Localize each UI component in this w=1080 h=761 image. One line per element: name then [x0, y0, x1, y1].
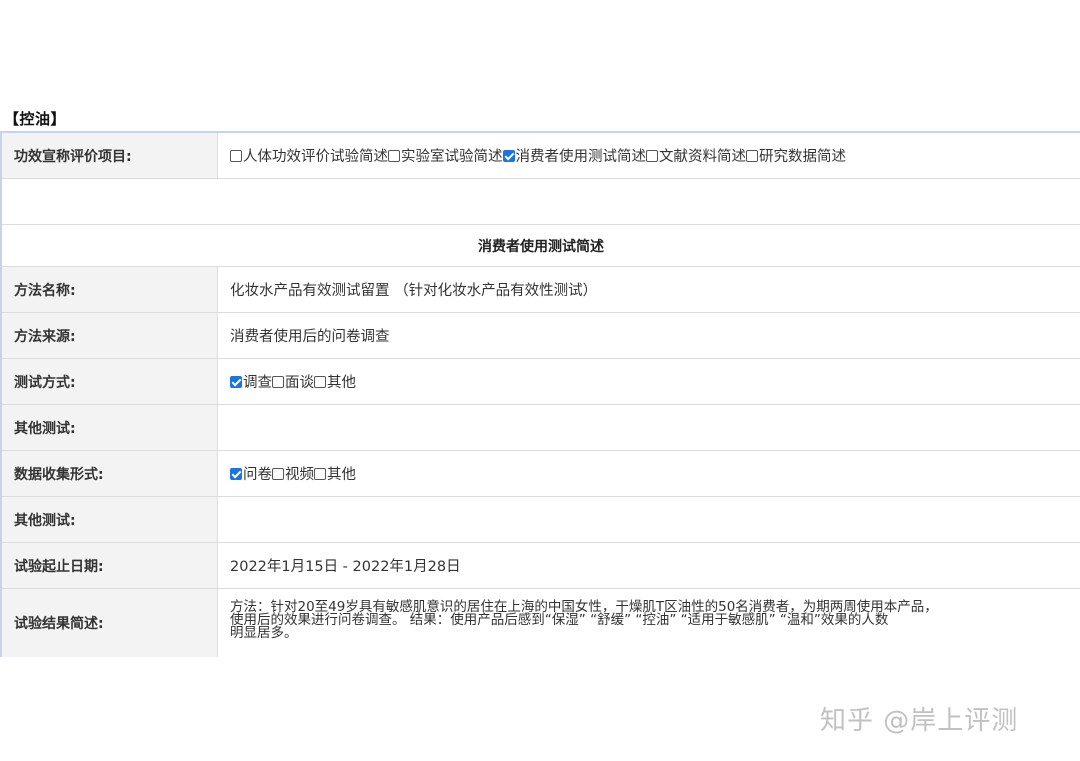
checkbox-label: 其他	[327, 467, 356, 483]
date-range-row: 试验起止日期: 2022年1月15日 - 2022年1月28日	[2, 543, 1080, 589]
checkbox-box[interactable]	[272, 467, 284, 480]
method-source-value: 消费者使用后的问卷调查	[230, 329, 390, 345]
other-test-row-1: 其他测试:	[2, 405, 1080, 451]
data-collection-options: 问卷 视频 其他	[218, 451, 1080, 496]
checkbox-other[interactable]: 其他	[314, 463, 356, 484]
checkbox-label: 文献资料简述	[659, 149, 746, 165]
checkbox-survey[interactable]: 调查	[230, 371, 272, 392]
checkbox-other[interactable]: 其他	[314, 371, 356, 392]
checkbox-label: 面谈	[285, 375, 314, 391]
checkbox-box[interactable]	[314, 467, 326, 480]
watermark-text: 知乎 @岸上评测	[820, 706, 1019, 736]
result-summary-value: 方法：针对20至49岁具有敏感肌意识的居住在上海的中国女性，干燥肌T区油性的50…	[218, 589, 1080, 657]
spacer-cell	[2, 179, 1080, 224]
other-test-value-1	[218, 405, 1080, 450]
date-range-value: 2022年1月15日 - 2022年1月28日	[230, 559, 461, 575]
test-mode-row: 测试方式: 调查 面谈 其他	[2, 359, 1080, 405]
checkbox-label: 问卷	[243, 467, 272, 483]
data-collection-row: 数据收集形式: 问卷 视频 其他	[2, 451, 1080, 497]
checkbox-label: 人体功效评价试验简述	[243, 149, 388, 165]
date-range-label: 试验起止日期:	[2, 543, 218, 588]
checkbox-research-data[interactable]: 研究数据简述	[746, 145, 846, 166]
subsection-title: 消费者使用测试简述	[478, 238, 604, 255]
section-title: 【控油】	[4, 110, 67, 128]
test-mode-options: 调查 面谈 其他	[218, 359, 1080, 404]
checkbox-label: 消费者使用测试简述	[515, 149, 647, 165]
result-summary-line: 明显居多。	[230, 625, 298, 641]
method-name-label: 方法名称:	[2, 267, 218, 312]
checkbox-box-checked[interactable]	[502, 149, 515, 162]
checkbox-video[interactable]: 视频	[272, 463, 314, 484]
checkbox-human-efficacy[interactable]: 人体功效评价试验简述	[230, 145, 388, 166]
method-name-row: 方法名称: 化妆水产品有效测试留置 （针对化妆水产品有效性测试）	[2, 267, 1080, 313]
efficacy-row: 功效宣称评价项目: 人体功效评价试验简述 实验室试验简述 消费者使用测试简述 文…	[2, 133, 1080, 179]
checkbox-box[interactable]	[230, 149, 242, 162]
other-test-label-2: 其他测试:	[2, 497, 218, 542]
checkbox-box[interactable]	[272, 375, 284, 388]
other-test-label-1: 其他测试:	[2, 405, 218, 450]
checkbox-consumer-test[interactable]: 消费者使用测试简述	[502, 145, 647, 166]
result-summary-row: 试验结果简述: 方法：针对20至49岁具有敏感肌意识的居住在上海的中国女性，干燥…	[2, 589, 1080, 657]
efficacy-form-table: 功效宣称评价项目: 人体功效评价试验简述 实验室试验简述 消费者使用测试简述 文…	[0, 131, 1080, 657]
checkbox-label: 其他	[327, 375, 356, 391]
other-test-row-2: 其他测试:	[2, 497, 1080, 543]
checkbox-literature[interactable]: 文献资料简述	[646, 145, 746, 166]
efficacy-label: 功效宣称评价项目:	[2, 133, 218, 178]
test-mode-label: 测试方式:	[2, 359, 218, 404]
method-name-value: 化妆水产品有效测试留置 （针对化妆水产品有效性测试）	[230, 283, 598, 299]
efficacy-options: 人体功效评价试验简述 实验室试验简述 消费者使用测试简述 文献资料简述 研究数据…	[218, 133, 1080, 178]
checkbox-box[interactable]	[314, 375, 326, 388]
subsection-row: 消费者使用测试简述	[2, 225, 1080, 267]
checkbox-interview[interactable]: 面谈	[272, 371, 314, 392]
method-source-row: 方法来源: 消费者使用后的问卷调查	[2, 313, 1080, 359]
other-test-value-2	[218, 497, 1080, 542]
checkbox-box-checked[interactable]	[230, 375, 242, 388]
checkbox-box[interactable]	[388, 149, 400, 162]
checkbox-lab-test[interactable]: 实验室试验简述	[388, 145, 503, 166]
result-summary-line: 使用后的效果进行问卷调查。 结果：使用产品后感到“保湿” “舒缓” “控油” “…	[230, 612, 889, 628]
checkbox-box[interactable]	[746, 149, 758, 162]
data-collection-label: 数据收集形式:	[2, 451, 218, 496]
result-summary-label: 试验结果简述:	[2, 589, 218, 657]
method-source-label: 方法来源:	[2, 313, 218, 358]
checkbox-box-checked[interactable]	[230, 467, 242, 480]
checkbox-label: 调查	[243, 375, 272, 391]
spacer-row	[2, 179, 1080, 225]
checkbox-questionnaire[interactable]: 问卷	[230, 463, 272, 484]
checkbox-label: 实验室试验简述	[401, 149, 503, 165]
checkbox-label: 研究数据简述	[759, 149, 846, 165]
checkbox-label: 视频	[285, 467, 314, 483]
checkbox-box[interactable]	[646, 149, 658, 162]
